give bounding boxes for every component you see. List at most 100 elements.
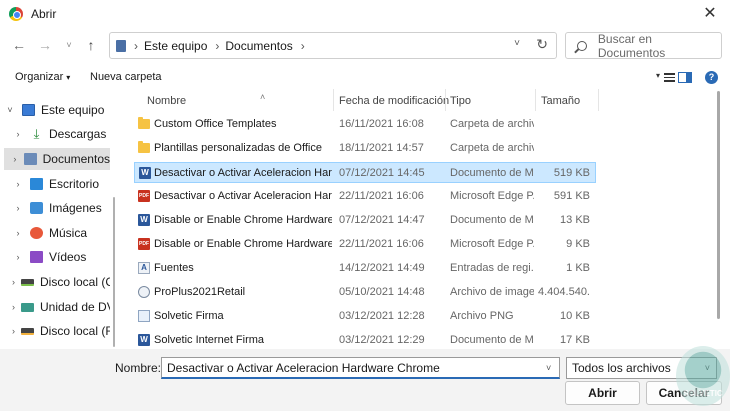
- view-options-icon[interactable]: [664, 73, 675, 82]
- file-row[interactable]: ProPlus2021Retail 05/10/2021 14:48 Archi…: [134, 282, 596, 303]
- sidebar-item-disco-local-f[interactable]: › Disco local (F:): [4, 320, 110, 342]
- search-icon: [577, 40, 587, 51]
- file-row[interactable]: PDF Disable or Enable Chrome Hardware A.…: [134, 234, 596, 255]
- recent-locations-chevron-icon[interactable]: ˅: [60, 36, 78, 54]
- sidebar-item-unidad-dvd[interactable]: › Unidad de DVD: [4, 296, 110, 318]
- sidebar-item-disco-local-c[interactable]: › Disco local (C:: [4, 271, 110, 293]
- file-list-scrollbar[interactable]: [717, 91, 720, 319]
- local-disk-icon: [21, 327, 34, 335]
- music-icon: [30, 227, 43, 239]
- file-name: Plantillas personalizadas de Office: [154, 142, 322, 154]
- download-icon: ⤓: [33, 126, 40, 141]
- close-icon[interactable]: ✕: [700, 4, 720, 24]
- column-divider[interactable]: [598, 89, 599, 111]
- sidebar-item-escritorio[interactable]: › Escritorio: [4, 173, 110, 195]
- file-type: Documento de Mi...: [450, 334, 534, 346]
- watermark-text: SOLVETIC: [683, 389, 723, 398]
- pdf-icon: PDF: [138, 190, 150, 202]
- address-history-chevron-icon[interactable]: ˅: [514, 38, 520, 49]
- computer-icon: [22, 104, 35, 116]
- chevron-down-icon[interactable]: ▾: [656, 71, 660, 80]
- disc-image-icon: [138, 286, 150, 298]
- back-arrow-icon[interactable]: ←: [10, 36, 28, 54]
- column-divider[interactable]: [535, 89, 536, 111]
- organize-button[interactable]: Organizar ▾: [15, 71, 70, 83]
- sidebar-item-musica[interactable]: › Música: [4, 222, 110, 244]
- file-name: ProPlus2021Retail: [154, 286, 246, 298]
- chevron-right-icon[interactable]: ›: [12, 154, 18, 164]
- file-type: Documento de Mi...: [450, 167, 534, 179]
- local-disk-icon: [21, 278, 34, 286]
- breadcrumb-este-equipo[interactable]: Este equipo: [144, 39, 207, 53]
- sidebar-item-este-equipo[interactable]: ˅ Este equipo: [4, 99, 110, 121]
- file-row[interactable]: Plantillas personalizadas de Office 18/1…: [134, 138, 596, 159]
- file-row-selected[interactable]: W Desactivar o Activar Aceleracion Hardw…: [134, 162, 596, 183]
- file-modified: 22/11/2021 16:06: [339, 190, 424, 202]
- help-icon[interactable]: ?: [705, 71, 718, 84]
- search-input[interactable]: Buscar en Documentos: [565, 32, 722, 60]
- file-row[interactable]: Solvetic Firma 03/12/2021 12:28 Archivo …: [134, 306, 596, 327]
- chevron-right-icon[interactable]: ›: [12, 129, 24, 139]
- chevron-right-icon[interactable]: ›: [12, 252, 24, 262]
- file-row[interactable]: PDF Desactivar o Activar Aceleracion Har…: [134, 186, 596, 207]
- file-name: Disable or Enable Chrome Hardware A...: [154, 238, 332, 250]
- breadcrumb-separator-icon[interactable]: ›: [301, 39, 305, 53]
- chevron-right-icon[interactable]: ›: [12, 228, 24, 238]
- filename-history-chevron-icon[interactable]: ˅: [546, 363, 551, 373]
- column-header-modified[interactable]: Fecha de modificación: [339, 95, 449, 113]
- command-bar: Organizar ▾ Nueva carpeta ▾ ?: [0, 64, 730, 90]
- file-modified: 03/12/2021 12:28: [339, 310, 425, 322]
- file-row[interactable]: W Disable or Enable Chrome Hardware A...…: [134, 210, 596, 231]
- forward-arrow-icon[interactable]: →: [36, 36, 54, 54]
- new-folder-button[interactable]: Nueva carpeta: [90, 71, 162, 83]
- column-header-name[interactable]: Nombre ˄: [147, 92, 265, 113]
- file-row[interactable]: W Solvetic Internet Firma 03/12/2021 12:…: [134, 330, 596, 351]
- preview-pane-icon[interactable]: [678, 72, 692, 83]
- up-arrow-icon[interactable]: ↑: [82, 36, 100, 54]
- sidebar-item-imagenes[interactable]: › Imágenes: [4, 197, 110, 219]
- file-row[interactable]: Custom Office Templates 16/11/2021 16:08…: [134, 114, 596, 135]
- sidebar-item-label: Descargas: [49, 127, 107, 141]
- file-type: Microsoft Edge P...: [450, 190, 534, 202]
- filename-field[interactable]: Desactivar o Activar Aceleracion Hardwar…: [161, 357, 560, 379]
- dvd-drive-icon: [21, 302, 34, 312]
- file-size: 1 KB: [566, 262, 590, 274]
- chevron-down-icon[interactable]: ˅: [4, 105, 16, 115]
- sidebar-item-label: Disco local (F:): [40, 324, 110, 338]
- sidebar-item-documentos[interactable]: › Documentos: [4, 148, 110, 170]
- file-type: Microsoft Edge P...: [450, 238, 534, 250]
- file-row[interactable]: A Fuentes 14/12/2021 14:49 Entradas de r…: [134, 258, 596, 279]
- column-divider[interactable]: [333, 89, 334, 111]
- address-bar[interactable]: › Este equipo › Documentos › ˅ ↻: [109, 32, 557, 59]
- window-title: Abrir: [31, 7, 57, 21]
- file-name: Custom Office Templates: [154, 118, 277, 130]
- chevron-right-icon[interactable]: ›: [12, 277, 15, 287]
- navigation-scrollbar[interactable]: [113, 197, 115, 347]
- breadcrumb-documentos[interactable]: Documentos: [225, 39, 292, 53]
- sidebar-item-videos[interactable]: › Vídeos: [4, 246, 110, 268]
- sidebar-item-descargas[interactable]: › ⤓ Descargas: [4, 123, 110, 145]
- navigation-pane: ˅ Este equipo › ⤓ Descargas › Documentos…: [0, 95, 115, 348]
- file-name: Solvetic Internet Firma: [154, 334, 265, 346]
- chevron-right-icon[interactable]: ›: [12, 302, 15, 312]
- file-modified: 18/11/2021 14:57: [339, 142, 424, 154]
- word-document-icon: W: [138, 334, 150, 346]
- file-type: Documento de Mi...: [450, 214, 534, 226]
- chevron-right-icon[interactable]: ›: [12, 203, 24, 213]
- chevron-down-icon: ▾: [66, 73, 71, 82]
- file-type: Archivo de image...: [450, 286, 534, 298]
- sidebar-item-label: Este equipo: [41, 103, 105, 117]
- file-modified: 07/12/2021 14:47: [339, 214, 425, 226]
- refresh-icon[interactable]: ↻: [536, 36, 548, 53]
- breadcrumb-separator-icon: ›: [134, 38, 138, 53]
- column-divider[interactable]: [445, 89, 446, 111]
- file-name: Solvetic Firma: [154, 310, 224, 322]
- file-modified: 03/12/2021 12:29: [339, 334, 425, 346]
- column-header-size[interactable]: Tamaño: [541, 95, 580, 113]
- file-modified: 05/10/2021 14:48: [339, 286, 425, 298]
- pictures-icon: [30, 202, 43, 214]
- open-button[interactable]: Abrir: [565, 381, 640, 405]
- chevron-right-icon[interactable]: ›: [12, 179, 24, 189]
- chevron-right-icon[interactable]: ›: [12, 326, 15, 336]
- column-header-type[interactable]: Tipo: [450, 95, 471, 113]
